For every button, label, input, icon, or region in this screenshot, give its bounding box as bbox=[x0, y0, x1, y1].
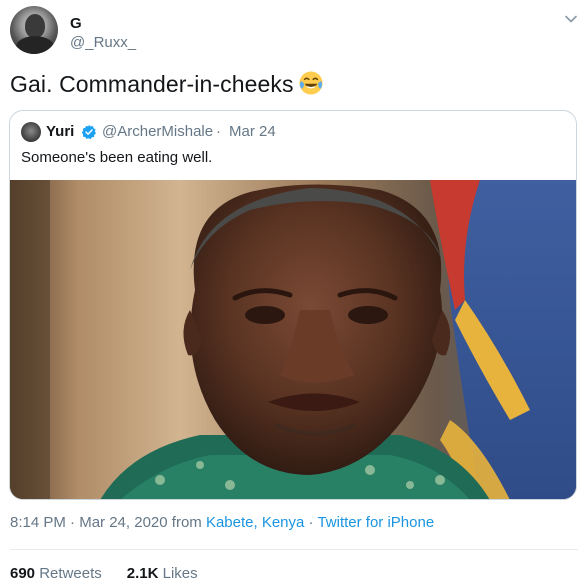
quoted-author-handle: @ArcherMishale bbox=[102, 123, 214, 140]
tweet-card: G @_Ruxx_ Gai. Commander-in-cheeks Yuri … bbox=[0, 0, 588, 586]
face-with-tears-of-joy-icon bbox=[299, 71, 323, 95]
meta-separator: · bbox=[304, 514, 318, 531]
author-display-name[interactable]: G bbox=[70, 15, 82, 32]
tweet-time[interactable]: 8:14 PM bbox=[10, 514, 66, 531]
tweet-text: Gai. Commander-in-cheeks bbox=[10, 70, 324, 98]
avatar-head-shape bbox=[25, 14, 45, 38]
quoted-tweet-date: Mar 24 bbox=[229, 123, 276, 140]
author-handle[interactable]: @_Ruxx_ bbox=[70, 34, 136, 51]
from-label: from bbox=[167, 514, 206, 531]
quoted-tweet-text: Someone's been eating well. bbox=[21, 149, 213, 166]
verified-badge-icon bbox=[81, 125, 96, 140]
tweet-stats: 690 Retweets 2.1K Likes bbox=[10, 565, 198, 582]
retweets-label: Retweets bbox=[39, 565, 102, 582]
quoted-separator: · bbox=[216, 123, 221, 140]
meta-separator: · bbox=[65, 514, 80, 531]
likes-stat[interactable]: 2.1K Likes bbox=[127, 565, 198, 582]
divider bbox=[10, 549, 578, 550]
quoted-author-avatar bbox=[21, 122, 41, 142]
avatar-shoulders-shape bbox=[16, 36, 54, 54]
chevron-down-icon[interactable] bbox=[564, 12, 578, 26]
retweets-count: 690 bbox=[10, 565, 36, 582]
tweet-meta: 8:14 PM · Mar 24, 2020 from Kabete, Keny… bbox=[10, 514, 434, 531]
tweet-text-content: Gai. Commander-in-cheeks bbox=[10, 71, 294, 97]
quoted-tweet-photo[interactable] bbox=[10, 180, 576, 499]
portrait-photo-illustration bbox=[10, 180, 576, 499]
quoted-tweet[interactable]: Yuri @ArcherMishale · Mar 24 Someone's b… bbox=[9, 110, 577, 500]
author-avatar[interactable] bbox=[10, 6, 58, 54]
source-link[interactable]: Twitter for iPhone bbox=[317, 514, 434, 531]
quoted-author-display-name: Yuri bbox=[46, 123, 75, 140]
likes-label: Likes bbox=[162, 565, 198, 582]
tweet-date[interactable]: Mar 24, 2020 bbox=[79, 514, 167, 531]
retweets-stat[interactable]: 690 Retweets bbox=[10, 565, 102, 582]
tweet-header: G @_Ruxx_ bbox=[10, 6, 580, 56]
likes-count: 2.1K bbox=[126, 565, 159, 582]
location-link[interactable]: Kabete, Kenya bbox=[206, 514, 304, 531]
